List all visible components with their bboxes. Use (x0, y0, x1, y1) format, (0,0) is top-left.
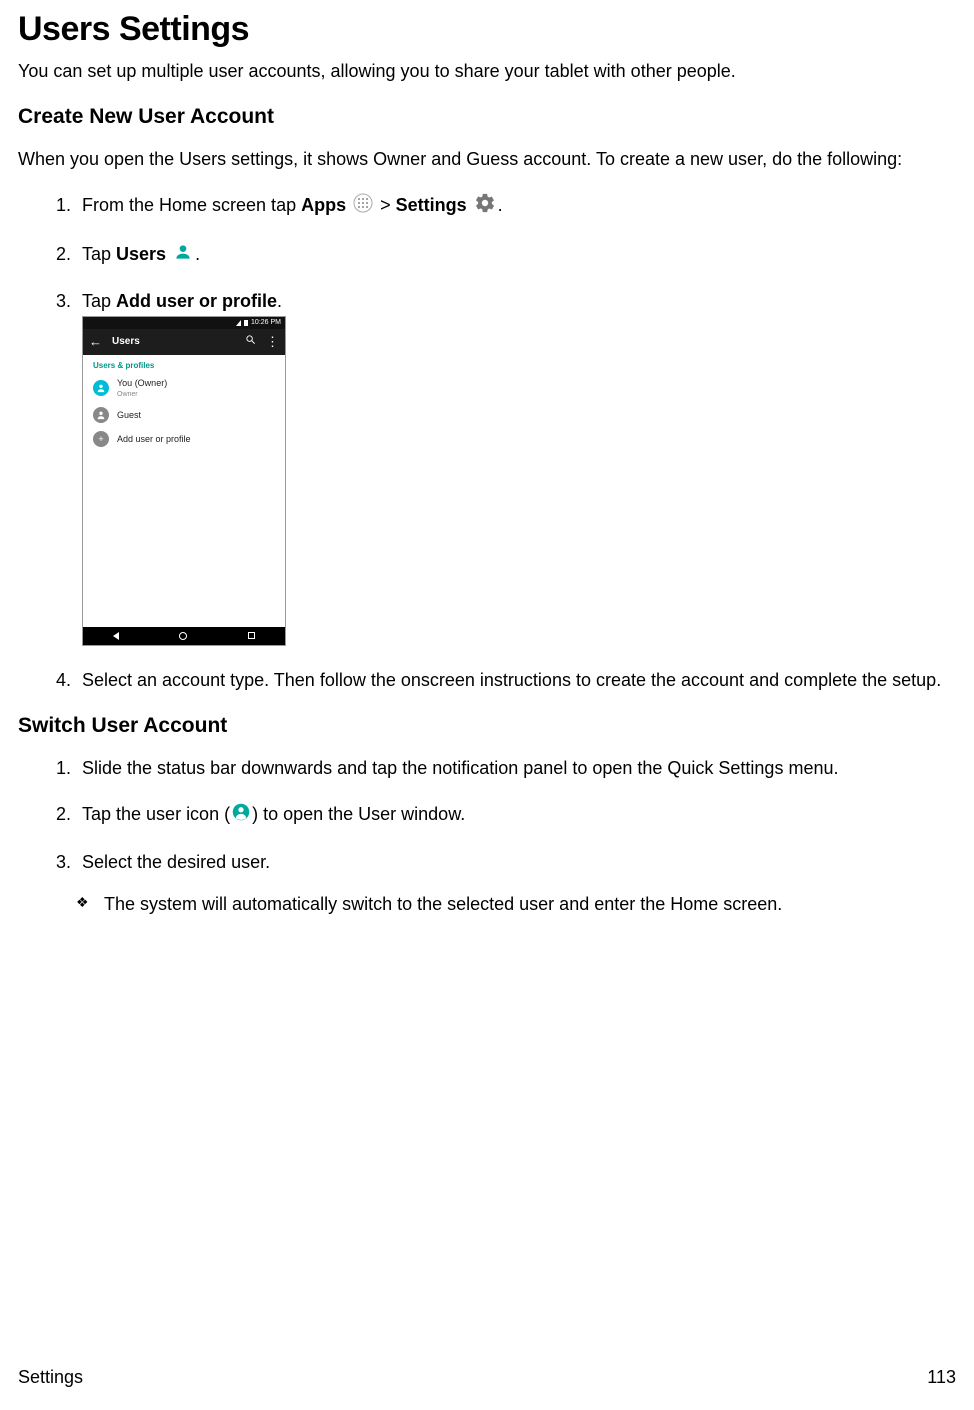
page-footer: Settings 113 (18, 1367, 956, 1388)
create-intro: When you open the Users settings, it sho… (18, 147, 956, 171)
nav-back-icon[interactable] (113, 632, 119, 640)
create-steps: From the Home screen tap Apps > Settings… (18, 192, 956, 692)
switch2-suffix: ) to open the User window. (252, 804, 465, 824)
search-icon[interactable] (245, 334, 256, 350)
switch-step-1: Slide the status bar downwards and tap t… (76, 756, 956, 780)
step3-suffix: . (277, 291, 282, 311)
users-settings-screenshot: 10:26 PM ← Users ⋮ Users & profiles You … (82, 316, 286, 646)
apps-icon (353, 193, 373, 219)
step3-prefix: Tap (82, 291, 116, 311)
add-user-label: Add user or profile (117, 433, 191, 445)
switch-step-2: Tap the user icon ( ) to open the User w… (76, 802, 956, 827)
user-circle-icon (232, 803, 250, 827)
intro-text: You can set up multiple user accounts, a… (18, 59, 956, 83)
create-step-4: Select an account type. Then follow the … (76, 668, 956, 692)
step1-prefix: From the Home screen tap (82, 195, 301, 215)
step2-suffix: . (195, 244, 200, 264)
switch-step-3: Select the desired user. (76, 850, 956, 874)
create-step-1: From the Home screen tap Apps > Settings… (76, 192, 956, 220)
switch-steps: Slide the status bar downwards and tap t… (18, 756, 956, 874)
status-time: 10:26 PM (251, 318, 281, 327)
page-title: Users Settings (18, 10, 956, 49)
nav-recents-icon[interactable] (248, 632, 255, 639)
footer-section: Settings (18, 1367, 83, 1388)
appbar-title: Users (112, 335, 235, 349)
switch2-prefix: Tap the user icon ( (82, 804, 230, 824)
owner-row[interactable]: You (Owner) Owner (83, 373, 285, 403)
add-user-row[interactable]: + Add user or profile (83, 427, 285, 451)
step2-prefix: Tap (82, 244, 116, 264)
owner-line2: Owner (117, 390, 167, 399)
guest-row[interactable]: Guest (83, 403, 285, 427)
battery-icon (244, 320, 248, 326)
users-section-label: Users & profiles (83, 355, 285, 374)
step1-apps: Apps (301, 195, 346, 215)
step3-bold: Add user or profile (116, 291, 277, 311)
add-plus-icon: + (93, 431, 109, 447)
switch-heading: Switch User Account (18, 714, 956, 738)
guest-avatar-icon (93, 407, 109, 423)
create-step-3: Tap Add user or profile. 10:26 PM ← User… (76, 289, 956, 645)
switch-note-list: The system will automatically switch to … (18, 892, 956, 916)
step1-settings: Settings (396, 195, 467, 215)
owner-avatar-icon (93, 380, 109, 396)
owner-line1: You (Owner) (117, 377, 167, 389)
nav-home-icon[interactable] (179, 632, 187, 640)
back-arrow-icon[interactable]: ← (89, 333, 102, 351)
settings-gear-icon (474, 192, 496, 220)
signal-icon (236, 320, 241, 326)
guest-label: Guest (117, 409, 141, 421)
create-step-2: Tap Users . (76, 242, 956, 267)
footer-page-number: 113 (927, 1367, 956, 1388)
step2-users: Users (116, 244, 166, 264)
users-person-icon (173, 243, 193, 267)
step1-sep: > (380, 195, 396, 215)
app-bar: ← Users ⋮ (83, 329, 285, 355)
overflow-menu-icon[interactable]: ⋮ (266, 333, 279, 351)
create-heading: Create New User Account (18, 105, 956, 129)
status-bar: 10:26 PM (83, 317, 285, 329)
switch-note: The system will automatically switch to … (76, 892, 956, 916)
nav-bar (83, 627, 285, 645)
step1-suffix: . (498, 195, 503, 215)
